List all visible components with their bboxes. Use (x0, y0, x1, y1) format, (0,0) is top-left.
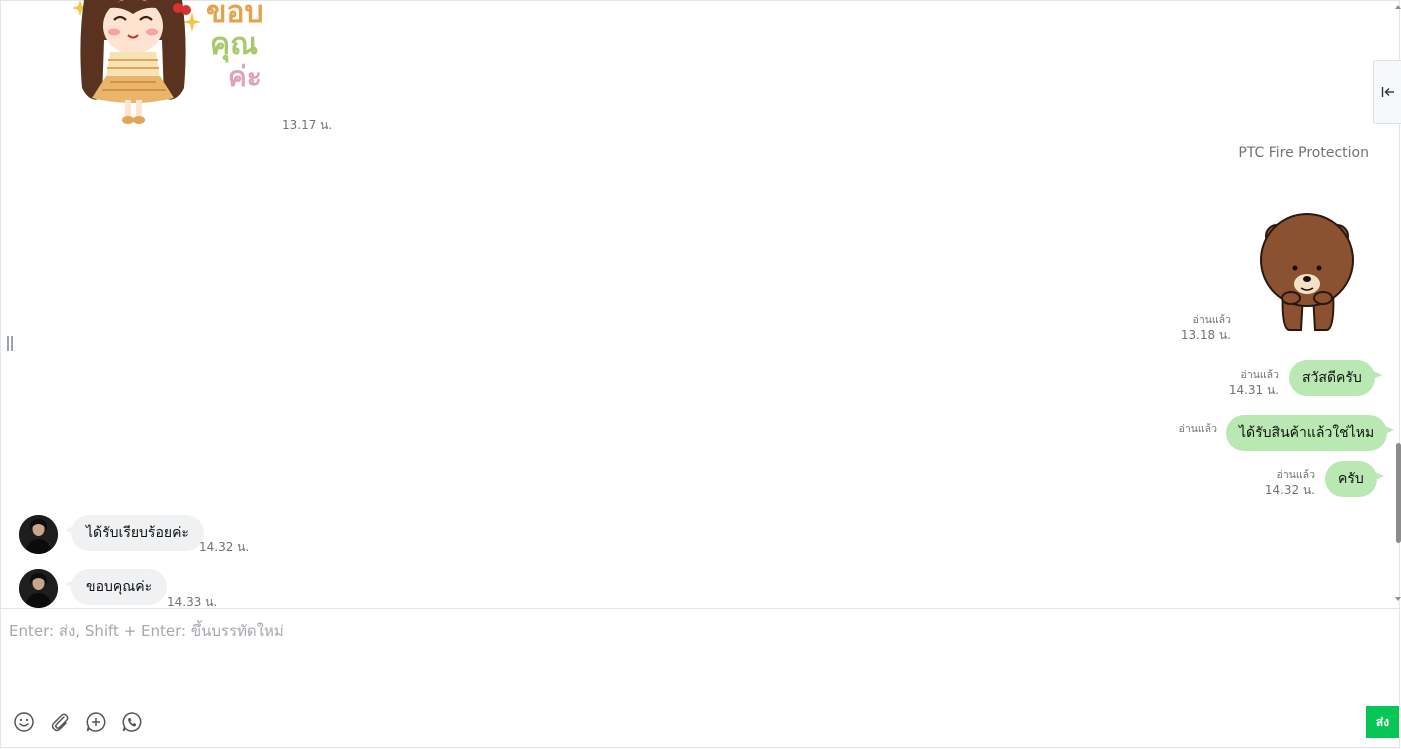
outgoing-message-bubble[interactable]: ครับ (1325, 461, 1384, 497)
message-meta: อ่านแล้ว 14.31 น. (1229, 368, 1279, 398)
brown-bear-sticker (1260, 213, 1354, 331)
message-time: 14.33 น. (167, 595, 218, 608)
girl-thank-you-sticker: ขอบ คุณ ค่ะ (72, 0, 264, 124)
scroll-up-arrow-icon (1395, 5, 1401, 9)
incoming-message-bubble[interactable]: ขอบคุณค่ะ (64, 569, 168, 605)
read-receipt: อ่านแล้ว (1192, 314, 1231, 326)
message-time: 14.31 น. (1228, 383, 1279, 397)
attachment-icon[interactable] (49, 711, 71, 733)
collapse-left-icon (1381, 87, 1394, 97)
read-receipt: อ่านแล้ว (1178, 423, 1217, 435)
message-meta: อ่านแล้ว (1179, 422, 1217, 437)
message-input[interactable] (9, 619, 1359, 689)
avatar[interactable] (19, 569, 58, 608)
outgoing-sticker-message (1255, 210, 1360, 335)
user-avatar-icon (19, 569, 58, 608)
emoji-icon[interactable] (13, 711, 35, 733)
send-button[interactable]: ส่ง (1366, 706, 1399, 738)
svg-text:ขอบ: ขอบ (206, 0, 264, 30)
message-list[interactable]: ขอบ คุณ ค่ะ 13.17 น. PTC Fire Protection… (0, 0, 1395, 608)
message-time: 13.18 น. (1180, 328, 1231, 342)
outgoing-message-bubble[interactable]: สวัสดีครับ (1289, 360, 1382, 396)
scroll-down-arrow-icon (1395, 597, 1401, 601)
avatar[interactable] (19, 515, 58, 554)
message-time: 14.32 น. (199, 540, 250, 554)
voice-call-icon[interactable] (121, 711, 143, 733)
message-composer (0, 608, 1400, 749)
incoming-sticker-message: ขอบ คุณ ค่ะ (70, 0, 275, 130)
sender-name: PTC Fire Protection (1238, 145, 1369, 161)
user-avatar-icon (19, 515, 58, 554)
message-meta: อ่านแล้ว 13.18 น. (1181, 313, 1231, 343)
message-meta: อ่านแล้ว 14.32 น. (1265, 468, 1315, 498)
incoming-message-bubble[interactable]: ได้รับเรียบร้อยค่ะ (65, 515, 204, 551)
scroll-thumb[interactable] (1396, 443, 1401, 543)
add-circle-icon[interactable] (85, 711, 107, 733)
outgoing-message-bubble[interactable]: ได้รับสินค้าแล้วใช่ไหม (1226, 415, 1395, 451)
read-receipt: อ่านแล้ว (1240, 369, 1279, 381)
message-list-scrollbar[interactable] (1395, 0, 1401, 608)
svg-text:คุณ: คุณ (210, 27, 258, 63)
read-receipt: อ่านแล้ว (1276, 469, 1315, 481)
resize-handle[interactable] (7, 336, 13, 351)
svg-text:ค่ะ: ค่ะ (228, 60, 262, 93)
message-time: 13.17 น. (282, 118, 333, 132)
message-time: 14.32 น. (1264, 483, 1315, 497)
